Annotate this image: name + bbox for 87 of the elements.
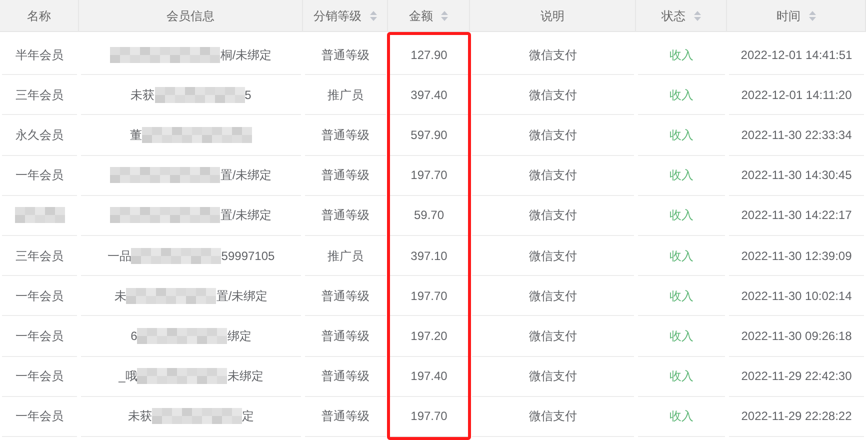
table-cell-text: 一年会员	[16, 328, 64, 345]
status-text: 收入	[670, 368, 694, 386]
table-cell-text: 普通等级	[322, 46, 370, 64]
table-cell-text: 普通等级	[322, 207, 370, 224]
table-cell-text: 127.90	[410, 46, 448, 64]
table-cell-text: 197.70	[410, 408, 448, 426]
status-text: 收入	[670, 86, 694, 104]
table-cell-text: 197.70	[410, 167, 448, 184]
member-info-text: 绑定	[227, 328, 252, 345]
table-cell-text: 微信支付	[529, 207, 577, 224]
table-cell-text: 2022-11-29 22:42:30	[741, 368, 852, 386]
table-cell-text: 普通等级	[322, 288, 370, 305]
table-cell-text: 597.90	[410, 126, 448, 144]
member-info-text: 6	[130, 328, 138, 345]
status-text: 收入	[670, 207, 694, 224]
table-cell-text: 普通等级	[322, 328, 370, 345]
table-cell-text: 普通等级	[322, 126, 370, 144]
pixelated-blur	[14, 207, 64, 224]
member-info-text: 一品	[107, 248, 132, 265]
table-cell-text: 一年会员	[16, 408, 64, 426]
table-cell-text: 微信支付	[529, 368, 577, 386]
table-cell-text: 一年会员	[16, 288, 64, 305]
table-cell-text: 197.70	[410, 288, 448, 305]
status-text: 收入	[670, 408, 694, 426]
member-info-text: _哦	[118, 368, 138, 386]
table-cell-text: 微信支付	[529, 408, 577, 426]
column-header[interactable]: 分销等级	[303, 0, 388, 32]
table-cell-text: 2022-11-30 12:39:09	[741, 248, 852, 265]
column-header[interactable]: 时间	[727, 0, 866, 32]
status-text: 收入	[670, 126, 694, 144]
column-header: 会员信息	[79, 0, 303, 32]
table-cell-text: 59.70	[414, 207, 444, 224]
member-info-text: 置/未绑定	[216, 288, 268, 305]
table-cell-text: 一年会员	[16, 368, 64, 386]
table-cell-text: 三年会员	[16, 248, 64, 265]
table-cell-text: 微信支付	[529, 46, 577, 64]
table-cell-text: 2022-11-30 14:30:45	[741, 167, 852, 184]
table-cell-text: 微信支付	[529, 126, 577, 144]
table-cell-text: 一年会员	[16, 167, 64, 184]
status-text: 收入	[670, 288, 694, 305]
member-info-text: 未获	[128, 408, 152, 426]
table-cell-text: 2022-11-30 22:33:34	[741, 126, 852, 144]
table-cell-text: 三年会员	[16, 86, 64, 104]
status-text: 收入	[670, 248, 694, 265]
member-info-text: 5	[244, 86, 252, 104]
table-cell-text: 推广员	[328, 86, 364, 104]
table-cell-text: 397.10	[410, 248, 448, 265]
table-cell-text: 397.40	[410, 86, 448, 104]
table-cell-text: 197.20	[410, 328, 448, 345]
status-text: 收入	[670, 46, 694, 64]
table-cell-text: 2022-12-01 14:11:20	[741, 86, 852, 104]
sort-icon[interactable]	[441, 10, 448, 20]
table-cell-text: 197.40	[410, 368, 448, 386]
table-cell-text: 普通等级	[322, 167, 370, 184]
table-cell-text: 2022-12-01 14:41:51	[740, 46, 852, 64]
member-info-text: 置/未绑定	[220, 207, 272, 224]
column-header[interactable]: 状态	[636, 0, 727, 32]
table-cell-text: 普通等级	[322, 368, 370, 386]
status-text: 收入	[670, 328, 694, 345]
column-header[interactable]: 金额	[388, 0, 470, 32]
table-cell-text: 微信支付	[529, 328, 577, 345]
table-cell-text: 普通等级	[322, 408, 370, 426]
member-info-text: 未绑定	[227, 368, 264, 386]
sort-icon[interactable]	[370, 10, 376, 20]
table-cell-text: 2022-11-30 10:02:14	[741, 288, 852, 305]
table-cell-text: 半年会员	[16, 46, 64, 64]
table-cell-text: 2022-11-29 22:28:22	[741, 408, 852, 426]
table-cell-text: 微信支付	[529, 248, 577, 265]
member-info-text: 未获	[130, 86, 155, 104]
member-info-text: 桐/未绑定	[220, 46, 272, 64]
member-info-text: 董	[130, 126, 142, 144]
table-cell-text: 永久会员	[16, 126, 64, 144]
status-text: 收入	[670, 167, 694, 184]
table-cell-text: 微信支付	[529, 167, 577, 184]
sort-icon[interactable]	[808, 10, 816, 20]
member-info-text: 置/未绑定	[220, 167, 272, 184]
sort-icon[interactable]	[694, 10, 700, 20]
member-info-text: 定	[242, 408, 254, 426]
table-cell-text: 微信支付	[529, 288, 577, 305]
column-header: 名称	[0, 0, 79, 32]
table-cell-text: 2022-11-30 14:22:17	[741, 207, 852, 224]
member-info-text: 59997105	[221, 248, 275, 265]
table-cell-text: 2022-11-30 09:26:18	[741, 328, 852, 345]
table-cell-text: 微信支付	[529, 86, 577, 104]
column-header: 说明	[470, 0, 636, 32]
member-info-text: 未	[114, 288, 126, 305]
table-cell-text: 推广员	[328, 248, 364, 265]
